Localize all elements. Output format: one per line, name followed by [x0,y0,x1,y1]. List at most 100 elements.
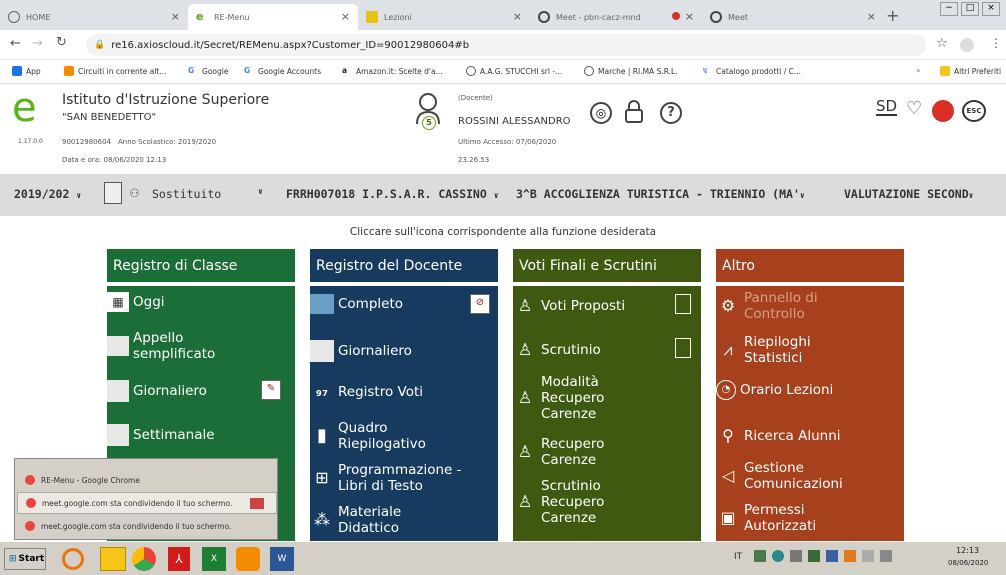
menu-modalita[interactable]: ♙ Modalità Recupero Carenze [513,374,701,422]
reload-icon[interactable]: ↻ [56,35,67,50]
excel-icon[interactable]: X [202,547,226,571]
menu-icon[interactable]: ⋮ [990,36,1002,50]
new-tab-button[interactable]: + [886,6,899,25]
tab-re-menu[interactable]: e RE-Menu × [188,4,358,30]
school-name: Istituto d'Istruzione Superiore [62,92,270,108]
lock-icon: 🔒 [94,40,106,50]
user-icon[interactable]: 5 [414,92,442,132]
menu-appello[interactable]: Appello semplificato [107,330,295,362]
eval-select[interactable]: VALUTAZIONE SECOND∨ [844,187,973,201]
bookmark-apps[interactable]: App [12,66,41,76]
folder-icon[interactable] [100,547,126,571]
class-edit-icon[interactable]: ✎ [261,380,281,400]
star-icon[interactable]: ☆ [936,36,948,51]
menu-pannello[interactable]: ⚙ Pannello di Controllo [716,290,904,322]
volume-icon[interactable] [880,550,892,562]
menu-materiale[interactable]: ⁂ Materiale Didattico [310,504,498,536]
tab-home[interactable]: HOME × [0,4,188,30]
language-indicator[interactable]: IT [734,552,742,562]
calendar-delete-icon[interactable]: ⊘ [470,294,490,314]
document-icon[interactable] [675,294,691,314]
menu-recupero[interactable]: ♙ Recupero Carenze [513,436,701,468]
menu-programmazione[interactable]: ⊞ Programmazione - Libri di Testo [310,462,498,494]
menu-completo[interactable]: Completo ⊘ [310,294,498,314]
app-icon[interactable] [236,547,260,571]
tray-icon[interactable] [790,550,802,562]
amazon-icon: a [342,66,348,75]
bookmark-rima[interactable]: Marche | RI.MA S.R.L. [584,66,678,76]
start-button[interactable]: ⊞ Start [4,548,46,570]
menu-permessi[interactable]: ▣ Permessi Autorizzati [716,502,904,534]
menu-quadro[interactable]: ▮ Quadro Riepilogativo [310,420,498,452]
tray-icon[interactable] [844,550,856,562]
esc-icon[interactable]: ESC [962,100,986,122]
user-swap-icon[interactable]: ⚇ [130,183,139,201]
tray-icon[interactable] [772,550,784,562]
flash-icon[interactable] [932,100,954,122]
forward-icon[interactable]: → [32,36,43,51]
document-icon[interactable] [675,338,691,358]
close-icon[interactable]: × [171,10,180,23]
chevron-down-icon[interactable]: ∨ [258,187,263,196]
tray-icon[interactable] [826,550,838,562]
menu-giornaliero[interactable]: Giornaliero ✎ [107,380,295,402]
tab-meet-pbn[interactable]: Meet - pbn-cacz-mnd × [530,4,702,30]
calendar-icon[interactable] [104,182,122,204]
network-icon[interactable] [862,550,874,562]
bookmark-aag[interactable]: A.A.G. STUCCHI srl -... [466,66,562,76]
menu-scrutinio-recupero[interactable]: ♙ Scrutinio Recupero Carenze [513,478,701,526]
bookmark-circuiti[interactable]: Circuiti in corrente alt... [64,66,167,76]
menu-voti-proposti[interactable]: ♙ Voti Proposti [513,294,701,318]
stethoscope-icon[interactable]: ♡ [906,98,922,119]
bookmark-catalogo[interactable]: ↯ Catalogo prodotti / C... [702,66,801,76]
window-chrome-re-menu[interactable]: RE-Menu - Google Chrome [17,469,277,491]
tray-icon[interactable] [754,550,766,562]
close-icon[interactable]: × [513,10,522,23]
url-field[interactable]: 🔒 re16.axioscloud.it/Secret/REMenu.aspx?… [86,34,926,56]
orange-app-icon[interactable] [62,548,84,570]
lifebuoy-icon[interactable]: ◎ [590,102,612,124]
menu-ricerca-alunni[interactable]: ⚲ Ricerca Alunni [716,424,904,448]
menu-registro-voti[interactable]: ₉₇ Registro Voti [310,380,498,404]
window-meet-2[interactable]: meet.google.com sta condividendo il tuo … [17,515,277,537]
close-icon[interactable] [250,498,264,509]
close-window-button[interactable]: × [982,2,1000,16]
network-icon: ⁂ [314,510,330,529]
acrobat-icon[interactable]: ⅄ [168,547,190,571]
maximize-button[interactable]: □ [961,2,979,16]
menu-orario[interactable]: ◔ Orario Lezioni [716,380,904,400]
bookmark-google[interactable]: G Google [188,66,228,76]
back-icon[interactable]: ← [10,36,21,51]
menu-comunicazioni[interactable]: ◁ Gestione Comunicazioni [716,460,904,492]
menu-riepiloghi[interactable]: ⩘ Riepiloghi Statistici [716,334,904,366]
chrome-icon[interactable] [132,547,156,571]
tab-meet[interactable]: Meet × [702,4,884,30]
menu-scrutinio[interactable]: ♙ Scrutinio [513,338,701,362]
bookmark-google-accounts[interactable]: G Google Accounts [244,66,321,76]
tab-lezioni[interactable]: Lezioni × [358,4,530,30]
menu-oggi[interactable]: ▦ Oggi [107,292,295,312]
bookmark-amazon[interactable]: a Amazon.it: Scelte d'a... [342,66,443,76]
window-meet-1[interactable]: meet.google.com sta condividendo il tuo … [17,492,277,514]
year-select[interactable]: 2019/202 ∨ [14,187,81,201]
close-icon[interactable]: × [341,10,350,23]
profile-icon[interactable] [960,38,974,52]
minimize-button[interactable]: − [940,2,958,16]
help-icon[interactable]: ? [660,102,682,124]
chevron-down-icon: ∨ [968,191,974,200]
sd-icon[interactable]: SD [876,98,898,116]
word-icon[interactable]: W [270,547,294,571]
menu-settimanale[interactable]: Settimanale [107,424,295,446]
menu-giornaliero-docente[interactable]: Giornaliero [310,340,498,362]
bookmark-icon [64,66,74,76]
bookmark-other[interactable]: Altri Preferiti [940,66,1001,76]
gears-icon: ⚙ [720,296,736,315]
class-select[interactable]: 3^B ACCOGLIENZA TURISTICA - TRIENNIO (MA… [516,187,805,201]
page-icon [310,340,334,362]
more-bookmarks[interactable]: » [916,66,921,75]
tray-icon[interactable] [808,550,820,562]
school-select[interactable]: FRRH007018 I.P.S.A.R. CASSINO ∨ [286,187,499,201]
lock-icon[interactable] [624,100,644,124]
close-icon[interactable]: × [867,10,876,23]
close-icon[interactable]: × [685,10,694,23]
